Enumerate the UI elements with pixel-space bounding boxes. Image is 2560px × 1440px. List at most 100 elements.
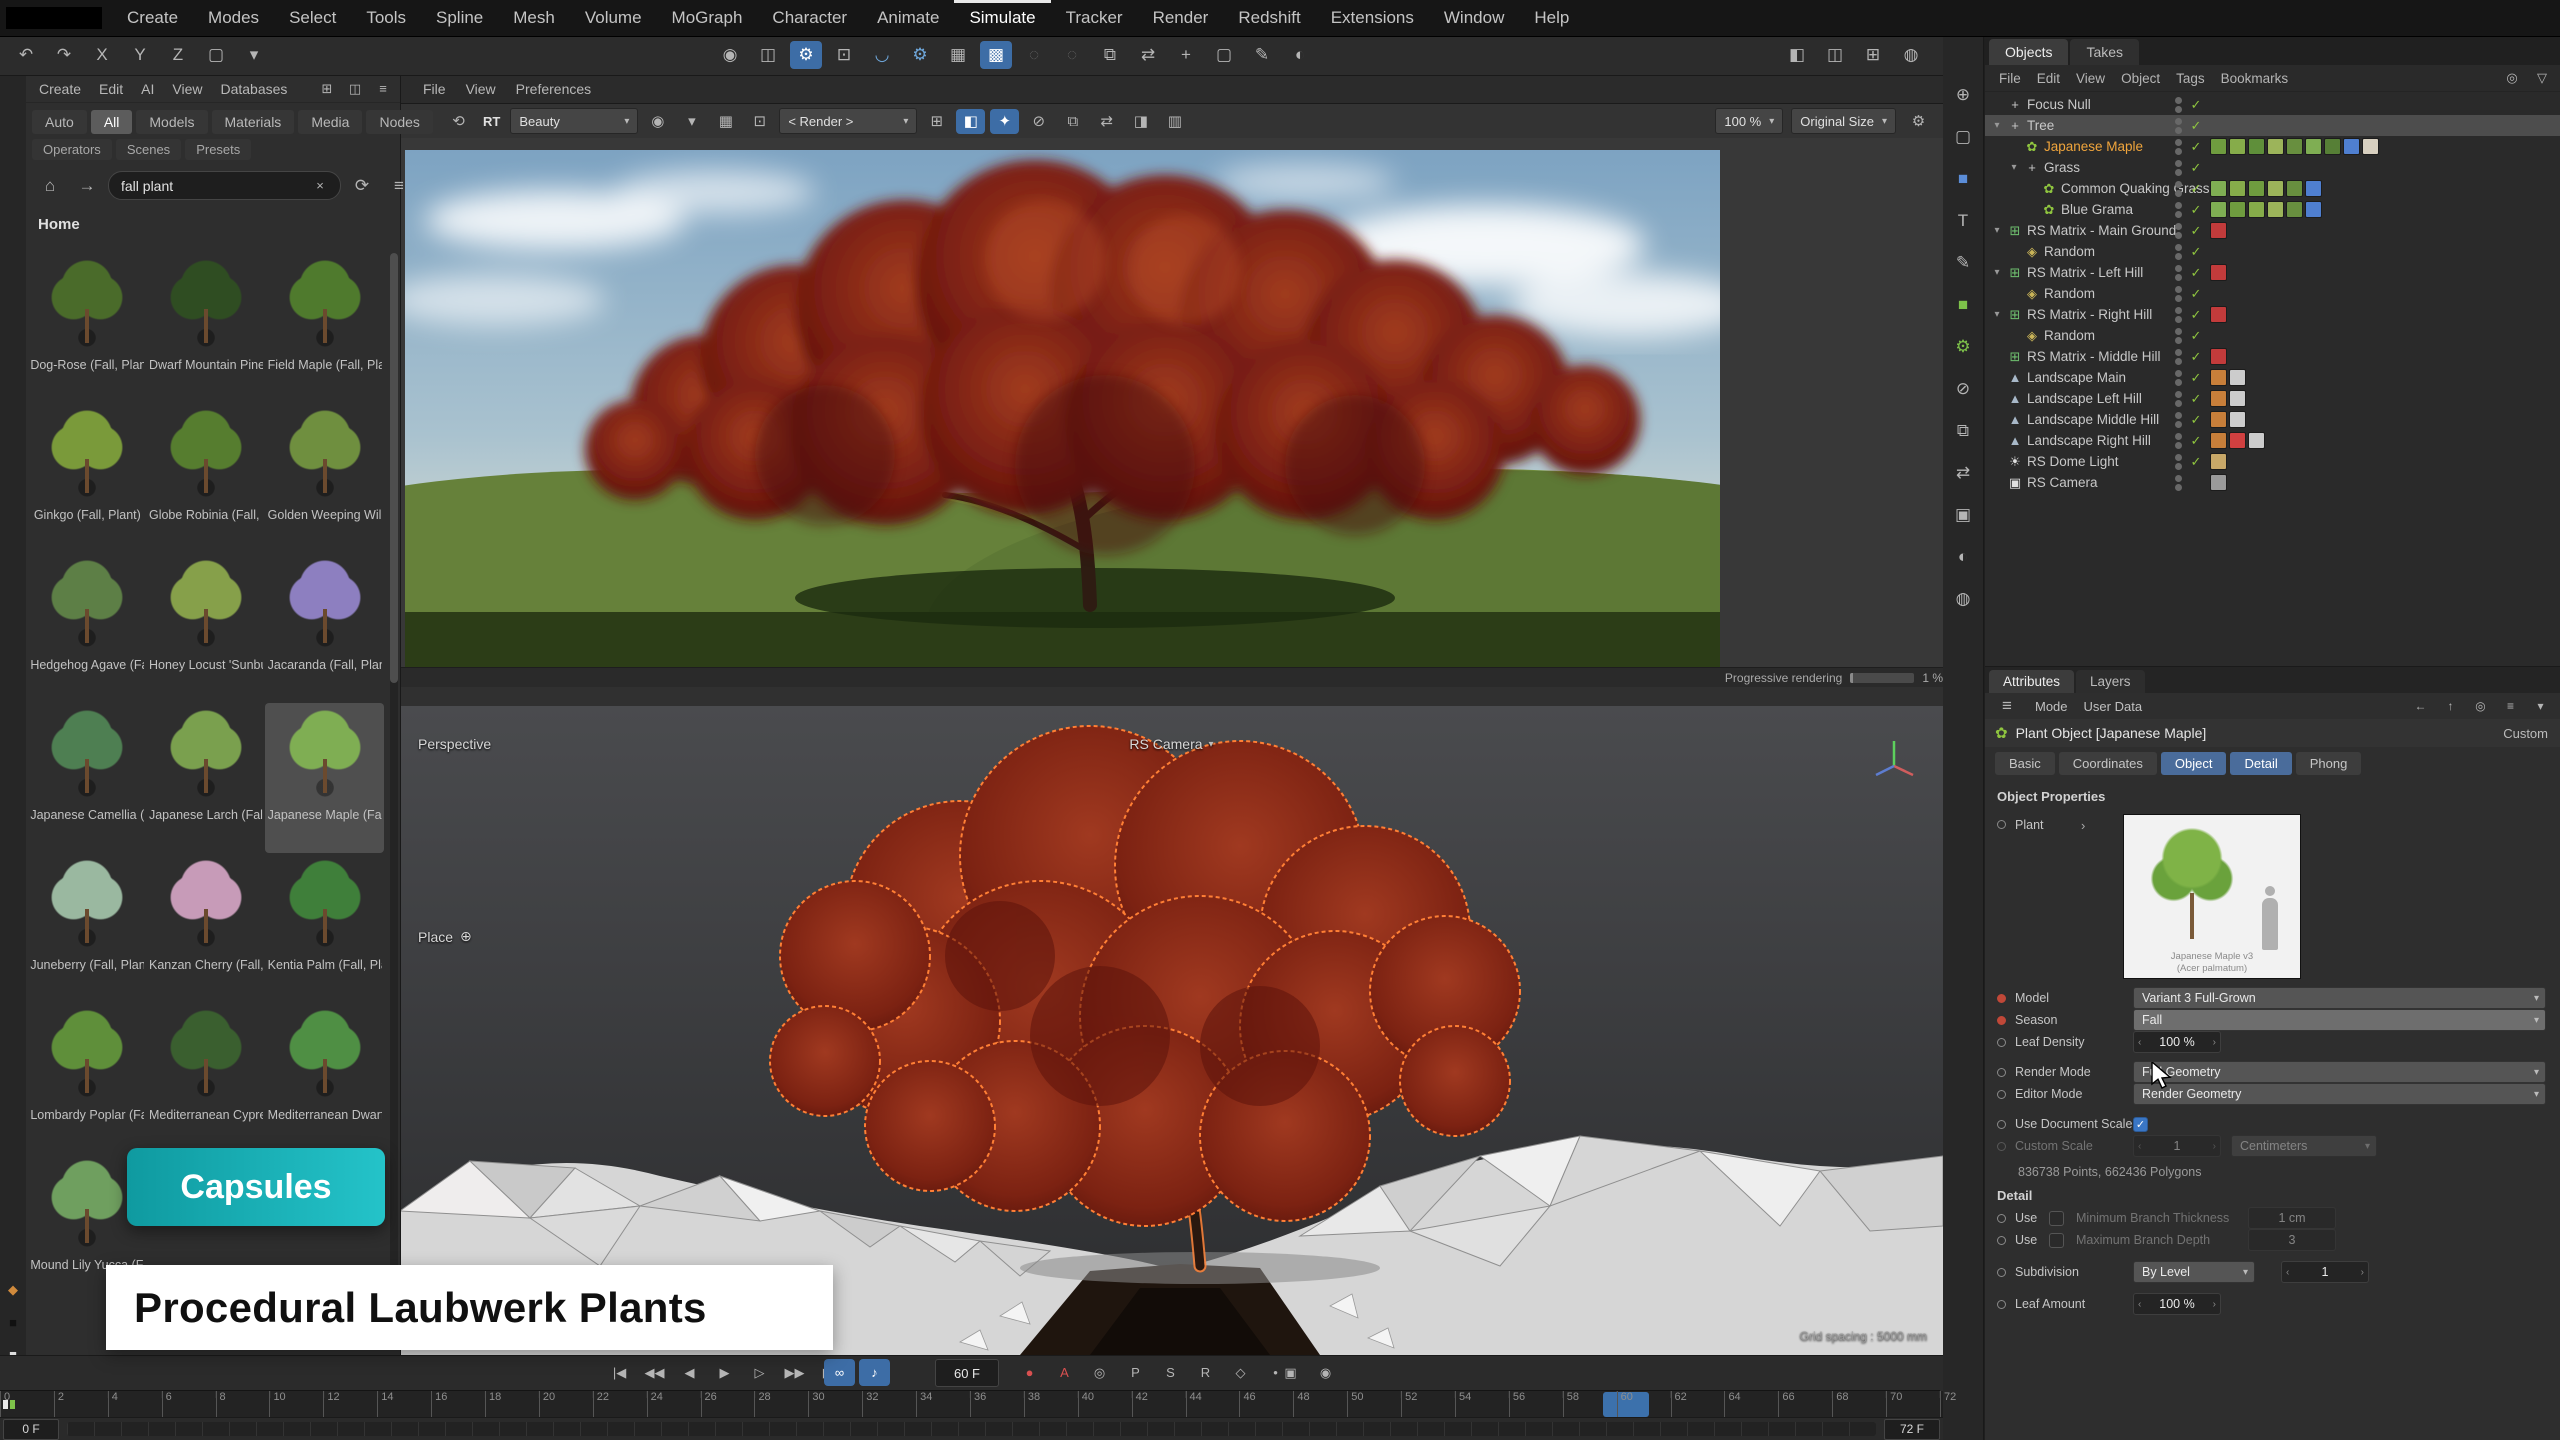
model-dropdown[interactable]: Variant 3 Full-Grown ▾ bbox=[2133, 987, 2546, 1009]
asset-menu-item[interactable]: Databases bbox=[211, 81, 296, 97]
expand-arrow-icon[interactable]: ▾ bbox=[1989, 225, 2005, 236]
object-row-rs-matrix-main-ground[interactable]: ▾⊞RS Matrix - Main Ground✓ bbox=[1985, 220, 2560, 241]
perspective-viewport[interactable]: Perspective RS Camera ▾ Place ⊕ Grid spa… bbox=[400, 706, 1943, 1355]
panel-menu-icon[interactable]: ≡ bbox=[1995, 696, 2019, 716]
spinner-right-icon[interactable]: › bbox=[2213, 1037, 2216, 1048]
om-menu-item[interactable]: Object bbox=[2113, 71, 2168, 86]
tag-icons[interactable] bbox=[2210, 306, 2227, 323]
loop-toggle-icon[interactable]: ∞ bbox=[824, 1359, 855, 1386]
asset-tab[interactable]: Materials bbox=[212, 110, 295, 134]
dynamic-guides-icon[interactable]: ◌ bbox=[1018, 41, 1050, 69]
tag-icons[interactable] bbox=[2210, 201, 2322, 218]
channel-dropdown-icon[interactable]: ▾ bbox=[677, 109, 706, 134]
next-frame-button[interactable]: ▷ bbox=[744, 1359, 775, 1386]
menu-item[interactable]: Tools bbox=[351, 0, 421, 36]
symmetry-icon[interactable]: ⇄ bbox=[1946, 458, 1980, 488]
render-pass-dropdown[interactable]: Beauty ▾ bbox=[510, 108, 638, 134]
asset-item[interactable]: Kanzan Cherry (Fall, Pl... bbox=[147, 853, 266, 1003]
menu-item[interactable]: Animate bbox=[862, 0, 954, 36]
asset-tab[interactable]: All bbox=[91, 110, 133, 134]
spinner-left-icon[interactable]: ‹ bbox=[2138, 1299, 2141, 1310]
keyframe-circle[interactable] bbox=[1997, 1268, 2006, 1277]
subdivision-mode-dropdown[interactable]: By Level ▾ bbox=[2133, 1261, 2255, 1283]
expand-arrow-icon[interactable]: ▾ bbox=[1989, 309, 2005, 320]
menu-item[interactable]: Mesh bbox=[498, 0, 570, 36]
asset-tab[interactable]: Models bbox=[136, 110, 207, 134]
visibility-dots[interactable] bbox=[2175, 181, 2182, 197]
realtime-label[interactable]: RT bbox=[478, 114, 505, 129]
enabled-check-icon[interactable]: ✓ bbox=[2187, 412, 2205, 428]
spinner-left-icon[interactable]: ‹ bbox=[2138, 1037, 2141, 1048]
viewport-name-label[interactable]: Perspective bbox=[418, 736, 491, 752]
asset-tab[interactable]: Auto bbox=[32, 110, 87, 134]
section-tab[interactable]: Object bbox=[2161, 752, 2227, 775]
crop-icon[interactable]: ⊡ bbox=[745, 109, 774, 134]
move-tool-icon[interactable]: ⊕ bbox=[1946, 80, 1980, 110]
enabled-check-icon[interactable]: ✓ bbox=[2187, 97, 2205, 113]
enabled-check-icon[interactable]: ✓ bbox=[2187, 349, 2205, 365]
view-options-icon[interactable]: ≡ bbox=[383, 172, 415, 200]
render-picture-viewer-icon[interactable]: ◫ bbox=[752, 41, 784, 69]
coord-dropdown-icon[interactable]: ▾ bbox=[238, 41, 270, 69]
visibility-dots[interactable] bbox=[2175, 328, 2182, 344]
menu-item[interactable]: Tracker bbox=[1051, 0, 1138, 36]
axis-y-toggle[interactable]: Y bbox=[124, 41, 156, 69]
tag-icons[interactable] bbox=[2210, 411, 2246, 428]
record-scale-icon[interactable]: S bbox=[1155, 1359, 1186, 1386]
camera-key-icon[interactable]: ▣ bbox=[1275, 1359, 1306, 1386]
menu-item[interactable]: Simulate bbox=[954, 0, 1050, 36]
globe-icon[interactable]: ◍ bbox=[1895, 41, 1927, 69]
render-view-menu-item[interactable]: View bbox=[457, 81, 505, 97]
spinner-right-icon[interactable]: › bbox=[2361, 1267, 2364, 1278]
keyframe-circle[interactable] bbox=[1997, 1236, 2006, 1245]
object-row-grass[interactable]: ▾+Grass✓ bbox=[1985, 157, 2560, 178]
tag-icons[interactable] bbox=[2210, 222, 2227, 239]
plant-preview-thumbnail[interactable]: Japanese Maple v3 (Acer palmatum) bbox=[2123, 814, 2301, 979]
section-tab[interactable]: Phong bbox=[2296, 752, 2362, 775]
asset-item[interactable]: Dog-Rose (Fall, Plant) bbox=[28, 253, 147, 403]
visibility-dots[interactable] bbox=[2175, 307, 2182, 323]
scrollbar-handle[interactable] bbox=[390, 253, 398, 683]
coord-system-icon[interactable]: ▢ bbox=[200, 41, 232, 69]
custom-scale-unit-dropdown[interactable]: Centimeters ▾ bbox=[2231, 1135, 2377, 1157]
color-palette-icon[interactable]: ◆ bbox=[1, 1280, 25, 1300]
asset-subtab[interactable]: Scenes bbox=[116, 139, 181, 160]
workplane-icon[interactable]: ▦ bbox=[942, 41, 974, 69]
mirror-icon[interactable]: ⇄ bbox=[1132, 41, 1164, 69]
undo-icon[interactable]: ↶ bbox=[10, 41, 42, 69]
expand-arrow-icon[interactable]: ▾ bbox=[1989, 267, 2005, 278]
object-row-rs-camera[interactable]: ▣RS Camera bbox=[1985, 472, 2560, 493]
object-row-rs-dome-light[interactable]: ☀RS Dome Light✓ bbox=[1985, 451, 2560, 472]
subdivision-field[interactable]: ‹ 1 › bbox=[2281, 1261, 2369, 1283]
tag-icons[interactable] bbox=[2210, 390, 2246, 407]
asset-item[interactable]: Jacaranda (Fall, Plant) bbox=[265, 553, 384, 703]
render-view-menu-item[interactable]: File bbox=[414, 81, 455, 97]
keyframe-circle[interactable] bbox=[1997, 1068, 2006, 1077]
enabled-check-icon[interactable]: ✓ bbox=[2187, 244, 2205, 260]
layers-icon[interactable]: ⧉ bbox=[1058, 109, 1087, 134]
filter-icon[interactable]: ◨ bbox=[1126, 109, 1155, 134]
search-input[interactable] bbox=[119, 177, 304, 195]
spline-pen-icon[interactable]: ✎ bbox=[1946, 248, 1980, 278]
swap-icon[interactable]: ⇄ bbox=[1092, 109, 1121, 134]
subdivision-surface-icon[interactable]: ■ bbox=[1946, 290, 1980, 320]
asset-scrollbar[interactable] bbox=[390, 253, 398, 1349]
panel-menu-icon[interactable]: ≡ bbox=[370, 78, 396, 100]
panel-tab[interactable]: Takes bbox=[2070, 39, 2139, 65]
redo-icon[interactable]: ↷ bbox=[48, 41, 80, 69]
search-field[interactable]: × bbox=[108, 171, 341, 200]
asset-subtab[interactable]: Presets bbox=[185, 139, 251, 160]
visibility-dots[interactable] bbox=[2175, 118, 2182, 134]
enabled-check-icon[interactable]: ✓ bbox=[2187, 160, 2205, 176]
object-row-rs-matrix-left-hill[interactable]: ▾⊞RS Matrix - Left Hill✓ bbox=[1985, 262, 2560, 283]
record-button[interactable]: ● bbox=[1014, 1359, 1045, 1386]
custom-preset-label[interactable]: Custom bbox=[2503, 726, 2548, 741]
object-row-blue-grama[interactable]: ✿Blue Grama✓ bbox=[1985, 199, 2560, 220]
object-row-random[interactable]: ◈Random✓ bbox=[1985, 283, 2560, 304]
tag-icons[interactable] bbox=[2210, 264, 2227, 281]
record-rotation-icon[interactable]: R bbox=[1190, 1359, 1221, 1386]
layout-dual-icon[interactable]: ◫ bbox=[1819, 41, 1851, 69]
keyframe-circle[interactable] bbox=[1997, 1090, 2006, 1099]
pen-add-icon[interactable]: ✎ bbox=[1246, 41, 1278, 69]
keyframe-circle[interactable] bbox=[1997, 1214, 2006, 1223]
